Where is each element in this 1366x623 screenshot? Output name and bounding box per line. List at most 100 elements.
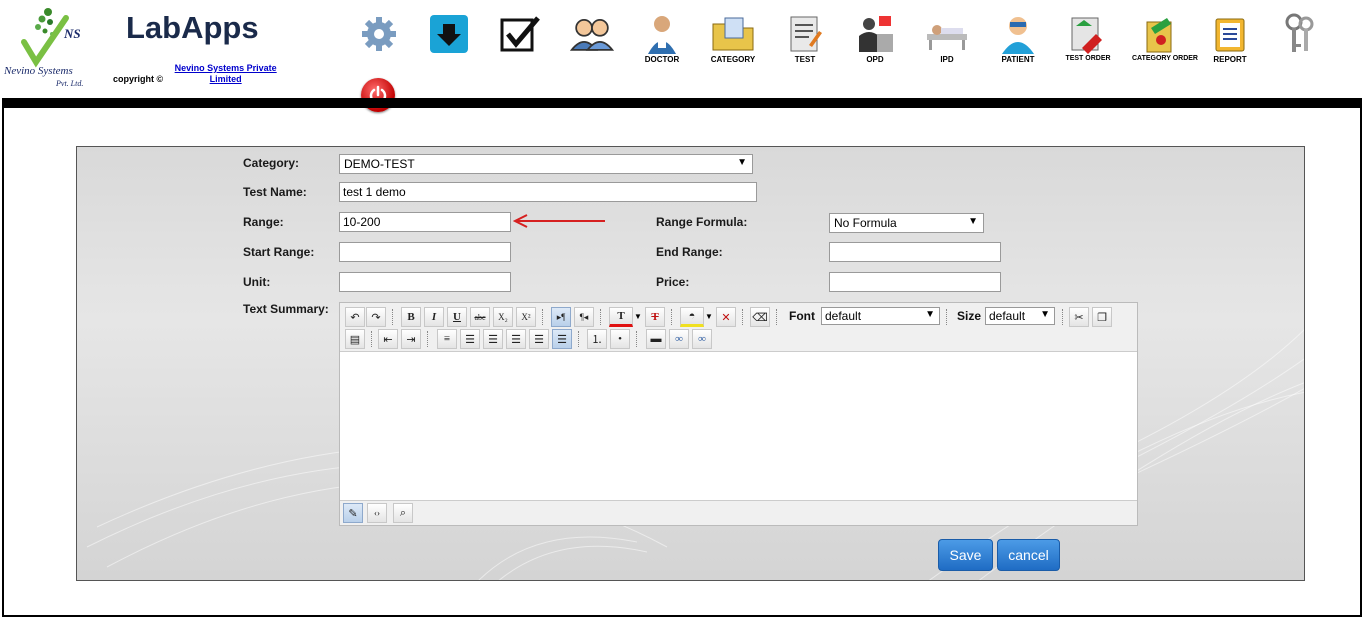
unlink-button[interactable]: ∞ — [692, 329, 712, 349]
paragraph-button[interactable]: ≡ — [437, 329, 457, 349]
range-input[interactable] — [339, 212, 511, 232]
paragraph-icon: ≡ — [443, 333, 451, 345]
test-icon — [783, 14, 827, 54]
nav-category[interactable]: CATEGORY — [706, 14, 760, 76]
range-formula-select[interactable]: No Formula ▼ — [829, 213, 984, 233]
eraser-button[interactable]: ⌫ — [750, 307, 770, 327]
cut-button[interactable]: ✂ — [1069, 307, 1089, 327]
underline-button[interactable]: U — [447, 307, 467, 327]
html-mode-button[interactable]: ‹› — [367, 503, 387, 523]
remove-color-icon: T — [651, 311, 659, 323]
align-center-button[interactable]: ☰ — [483, 329, 503, 349]
company-logo: NS Nevino Systems Pvt. Ltd. — [3, 4, 104, 90]
align-right-button[interactable]: ☰ — [506, 329, 526, 349]
test-form-panel: Category: DEMO-TEST ▼ Test Name: Range: … — [76, 146, 1305, 581]
nav-category-order[interactable]: CATEGORY ORDER — [1132, 14, 1198, 76]
unordered-list-button[interactable]: • — [610, 329, 630, 349]
text-color-chevron-icon[interactable]: ▼ — [634, 312, 642, 321]
indent-button[interactable]: ⇥ — [401, 329, 421, 349]
range-formula-label: Range Formula: — [656, 215, 748, 229]
subscript-button[interactable]: X₂ — [493, 307, 513, 327]
align-right-icon: ☰ — [511, 333, 521, 346]
ordered-list-button[interactable]: ⒈ — [587, 329, 607, 349]
preview-mode-button[interactable]: ⌕ — [393, 503, 413, 523]
nav-test-order[interactable]: TEST ORDER — [1061, 14, 1115, 76]
editor-content-area[interactable] — [340, 352, 1137, 502]
remove-highlight-button[interactable]: ✕ — [716, 307, 736, 327]
undo-icon: ↶ — [350, 311, 360, 324]
ltr-icon: ▸¶ — [556, 311, 566, 322]
outdent-button[interactable]: ⇤ — [378, 329, 398, 349]
company-link[interactable]: Nevino Systems Private Limited — [166, 63, 286, 85]
text-color-button[interactable]: T — [609, 307, 633, 327]
toolbar-separator — [542, 309, 544, 325]
size-select[interactable]: default ▼ — [985, 307, 1055, 325]
users-icon — [570, 14, 614, 54]
horizontal-rule-button[interactable]: ▬ — [646, 329, 666, 349]
justify-full-icon: ☰ — [557, 333, 567, 346]
nav-label: DOCTOR — [644, 55, 680, 64]
design-mode-button[interactable]: ✎ — [343, 503, 363, 523]
nav-check[interactable] — [493, 14, 547, 76]
toolbar-separator — [392, 309, 394, 325]
font-select[interactable]: default ▼ — [821, 307, 940, 325]
nav-opd[interactable]: OPD — [848, 14, 902, 76]
rtl-icon: ¶◂ — [579, 311, 589, 322]
align-center-icon: ☰ — [488, 333, 498, 346]
save-button[interactable]: Save — [938, 539, 993, 571]
unit-input[interactable] — [339, 272, 511, 292]
test-name-label: Test Name: — [243, 185, 307, 199]
checkbox-icon — [498, 14, 542, 54]
rtl-button[interactable]: ¶◂ — [574, 307, 594, 327]
nav-doctor[interactable]: DOCTOR — [635, 14, 689, 76]
nav-label: TEST — [794, 55, 816, 64]
italic-button[interactable]: I — [424, 307, 444, 327]
price-input[interactable] — [829, 272, 1001, 292]
toolbar-separator — [776, 309, 778, 325]
magnifier-icon: ⌕ — [399, 506, 407, 519]
nav-ipd[interactable]: IPD — [920, 14, 974, 76]
report-icon — [1208, 14, 1252, 54]
app-title: LabApps — [126, 10, 259, 45]
ltr-button[interactable]: ▸¶ — [551, 307, 571, 327]
end-range-label: End Range: — [656, 245, 723, 259]
paste-icon: ▤ — [349, 333, 361, 346]
toolbar-separator — [427, 331, 429, 347]
category-select[interactable]: DEMO-TEST ▼ — [339, 154, 753, 174]
nav-users[interactable] — [565, 14, 619, 76]
superscript-button[interactable]: X² — [516, 307, 536, 327]
highlight-chevron-icon[interactable]: ▼ — [705, 312, 713, 321]
copy-button[interactable]: ❐ — [1092, 307, 1112, 327]
remove-color-button[interactable]: T — [645, 307, 665, 327]
redo-button[interactable]: ↷ — [366, 307, 386, 327]
justify-full-button[interactable]: ☰ — [552, 329, 572, 349]
size-select-value: default — [989, 309, 1026, 323]
highlight-button[interactable]: ◓ — [680, 307, 704, 327]
price-label: Price: — [656, 275, 690, 289]
copyright: copyright © Nevino Systems Private Limit… — [113, 63, 293, 85]
start-range-input[interactable] — [339, 242, 511, 262]
justify-button[interactable]: ☰ — [529, 329, 549, 349]
end-range-input[interactable] — [829, 242, 1001, 262]
chevron-down-icon: ▼ — [968, 216, 978, 227]
logo-main-text: Nevino Systems — [4, 65, 73, 77]
nav-settings[interactable] — [352, 14, 406, 76]
bold-button[interactable]: B — [401, 307, 421, 327]
header-divider — [2, 98, 1362, 108]
nav-download[interactable] — [422, 14, 476, 76]
nav-test[interactable]: TEST — [778, 14, 832, 76]
cancel-button[interactable]: cancel — [997, 539, 1060, 571]
nav-patient[interactable]: PATIENT — [991, 14, 1045, 76]
keys-icon — [1278, 13, 1322, 54]
toolbar-separator — [636, 331, 638, 347]
link-button[interactable]: ∞ — [669, 329, 689, 349]
justify-icon: ☰ — [534, 333, 544, 346]
paste-button[interactable]: ▤ — [345, 329, 365, 349]
align-left-button[interactable]: ☰ — [460, 329, 480, 349]
ipd-icon — [925, 14, 969, 54]
strikethrough-button[interactable]: abc — [470, 307, 490, 327]
test-name-input[interactable] — [339, 182, 757, 202]
nav-keys[interactable] — [1273, 13, 1327, 76]
nav-report[interactable]: REPORT — [1203, 14, 1257, 76]
undo-button[interactable]: ↶ — [345, 307, 365, 327]
